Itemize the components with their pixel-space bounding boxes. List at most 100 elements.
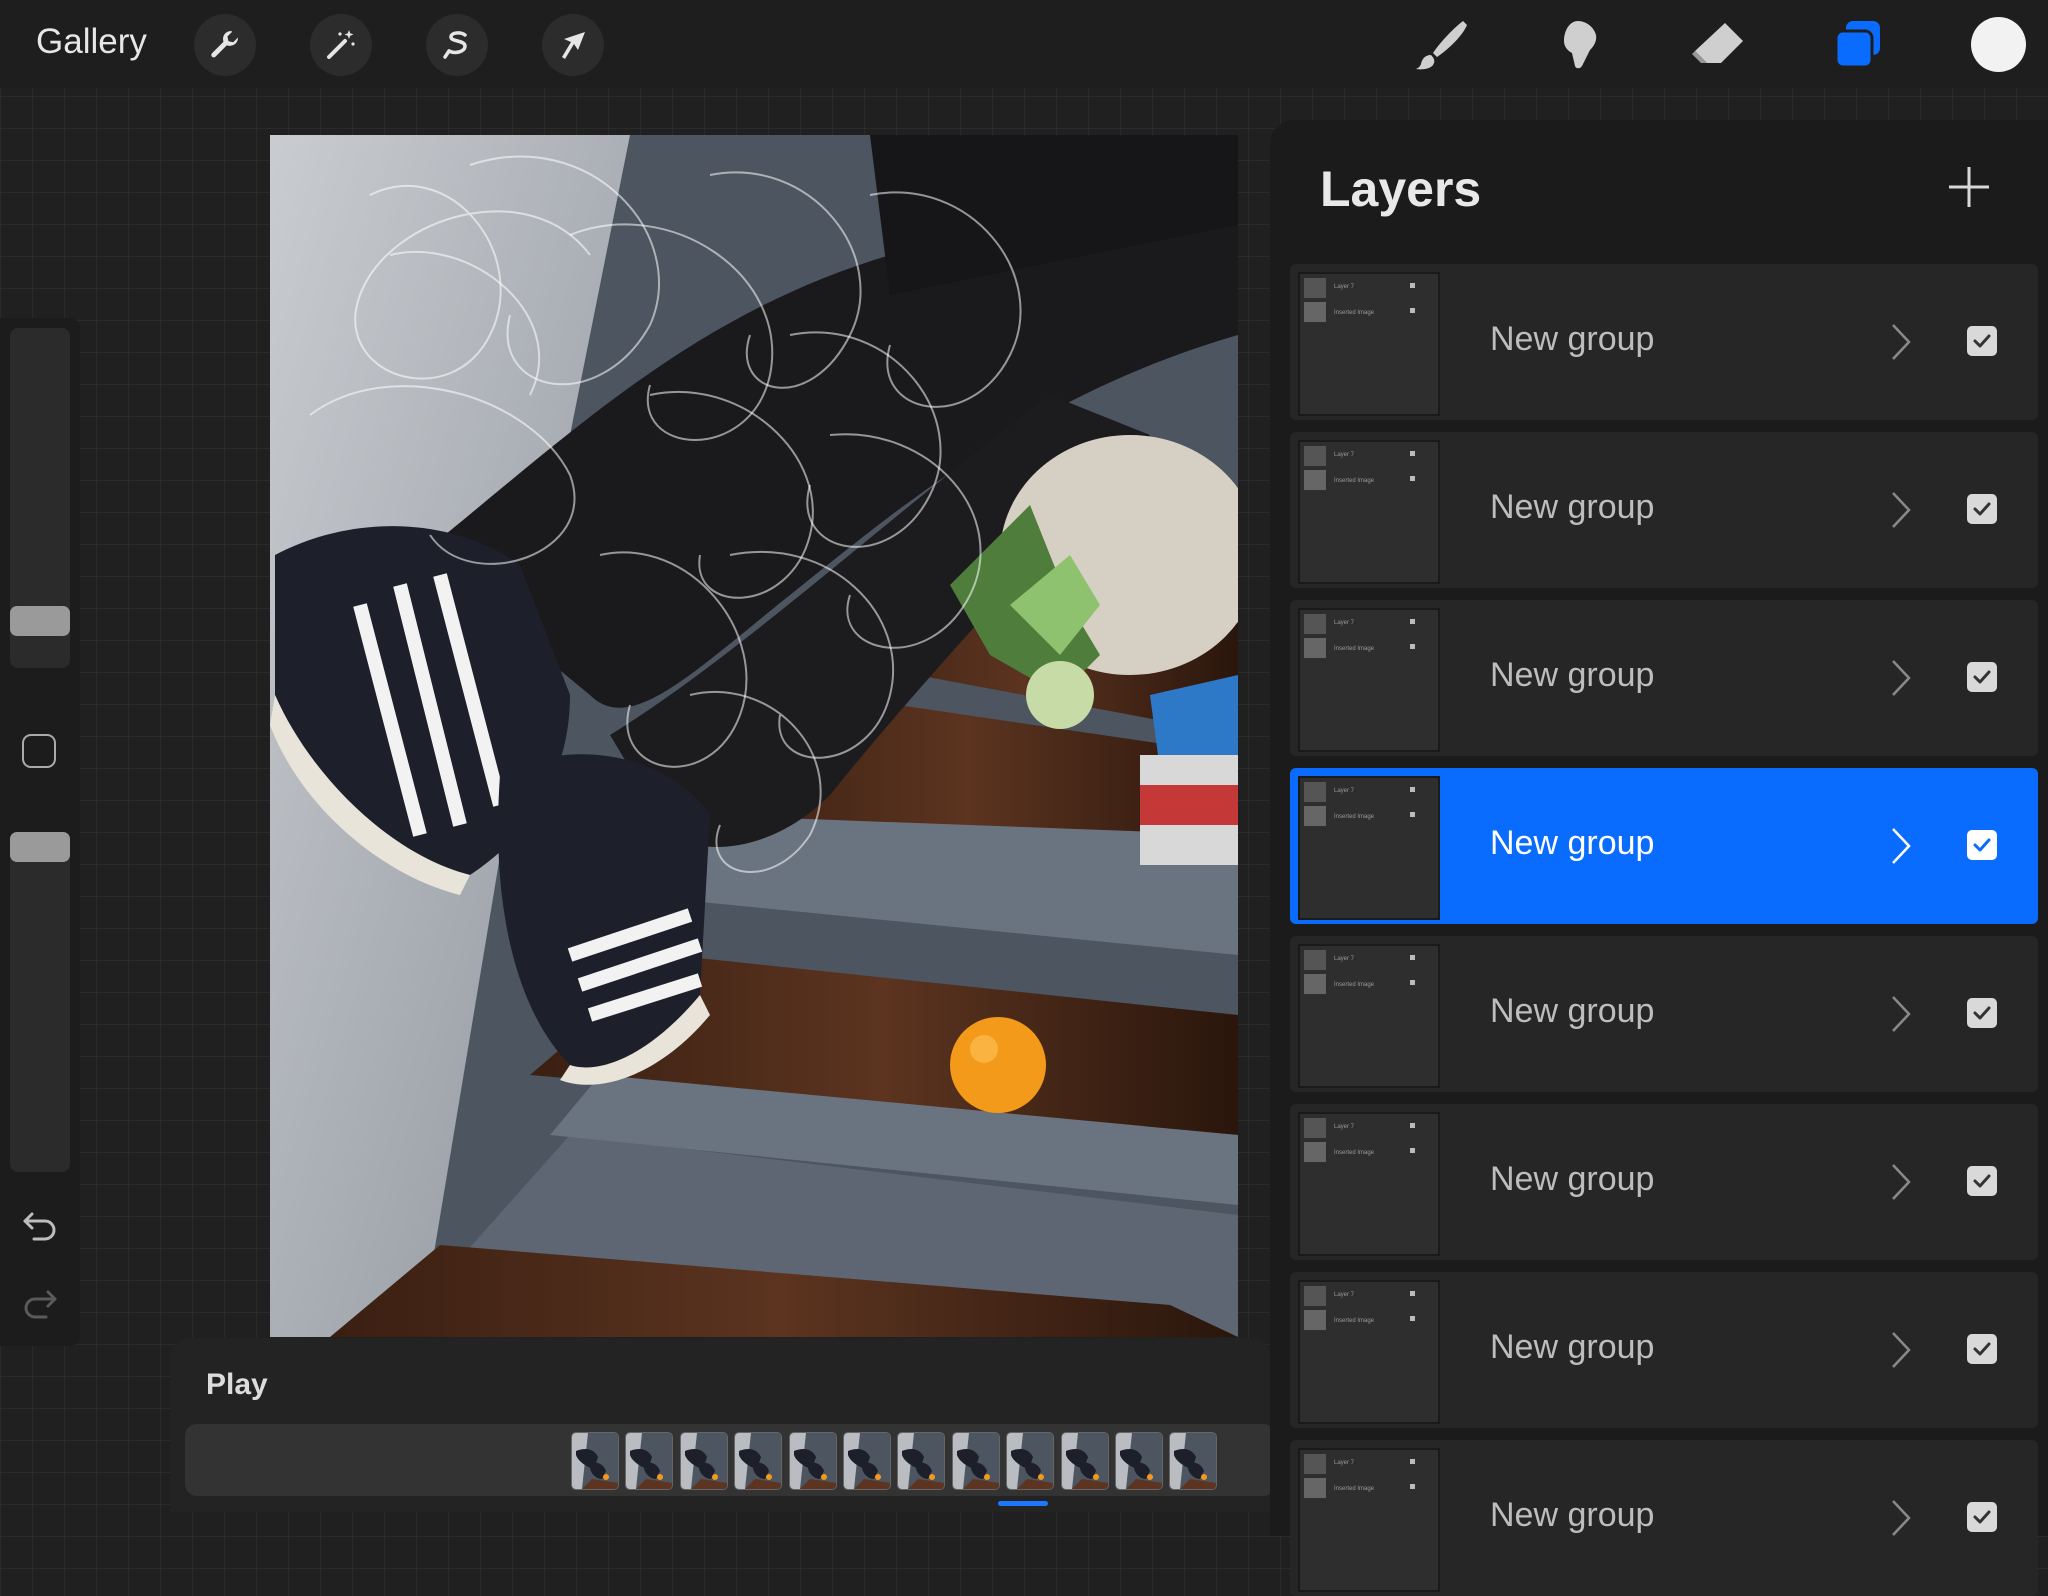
layer-visibility-checkbox[interactable] [1967,998,1997,1028]
layer-row[interactable]: Layer 7 Inserted Image New group [1290,600,2038,756]
layer-name: New group [1490,1328,1655,1366]
svg-text:Layer 7: Layer 7 [1334,1124,1355,1130]
frame-thumbnail [789,1433,836,1489]
checkmark-icon [1973,334,1991,348]
chevron-right-icon[interactable] [1890,490,1912,530]
chevron-right-icon[interactable] [1890,1162,1912,1202]
layer-thumbnail[interactable]: Layer 7 Inserted Image [1298,944,1440,1088]
brush-icon [1416,21,1467,70]
checkmark-icon [1973,1342,1991,1356]
frame-thumbnail [680,1433,727,1489]
svg-text:Inserted Image: Inserted Image [1334,982,1375,988]
animation-frame[interactable] [1115,1432,1163,1490]
layer-row[interactable]: Layer 7 Inserted Image New group [1290,1440,2038,1596]
smudge-icon [1564,21,1597,69]
layer-row[interactable]: Layer 7 Inserted Image New group [1290,264,2038,420]
layer-row[interactable]: Layer 7 Inserted Image New group [1290,1272,2038,1428]
layer-visibility-checkbox[interactable] [1967,326,1997,356]
layer-thumbnail[interactable]: Layer 7 Inserted Image [1298,440,1440,584]
top-toolbar: Gallery [0,0,2048,88]
layer-visibility-checkbox[interactable] [1967,494,1997,524]
drawing-canvas[interactable] [270,135,1238,1337]
animation-frame[interactable] [843,1432,891,1490]
layer-thumbnail-image: Layer 7 Inserted Image [1304,278,1415,322]
redo-icon[interactable] [20,1282,60,1322]
animation-frame[interactable] [1006,1432,1055,1490]
layer-visibility-checkbox[interactable] [1967,662,1997,692]
layer-thumbnail-image: Layer 7 Inserted Image [1304,782,1415,826]
left-sidebar [0,318,80,1346]
checkmark-icon [1973,502,1991,516]
selection-s-icon [443,31,467,59]
layer-name: New group [1490,824,1655,862]
frames-strip[interactable] [185,1424,1275,1496]
wrench-icon [211,30,239,58]
undo-icon[interactable] [20,1204,60,1244]
eraser-button[interactable] [1684,10,1754,80]
layer-name: New group [1490,1496,1655,1534]
animation-frame[interactable] [788,1432,837,1490]
artwork-photo [270,135,1238,1337]
animation-frame[interactable] [734,1432,783,1490]
layer-row[interactable]: Layer 7 Inserted Image New group [1290,936,2038,1092]
play-button[interactable]: Play [206,1368,268,1402]
chevron-right-icon[interactable] [1890,1330,1912,1370]
animation-frame[interactable] [679,1432,728,1490]
layer-visibility-checkbox[interactable] [1967,1166,1997,1196]
transform-button[interactable] [542,14,604,76]
layer-thumbnail-image: Layer 7 Inserted Image [1304,950,1415,994]
animation-frame[interactable] [571,1432,619,1490]
animation-frame[interactable] [1060,1432,1109,1490]
layer-thumbnail[interactable]: Layer 7 Inserted Image [1298,1280,1440,1424]
gallery-button[interactable]: Gallery [36,22,147,62]
layer-name: New group [1490,992,1655,1030]
checkmark-icon [1973,838,1991,852]
layer-thumbnail[interactable]: Layer 7 Inserted Image [1298,272,1440,416]
modify-button[interactable] [22,734,56,768]
chevron-right-icon[interactable] [1890,994,1912,1034]
svg-text:Layer 7: Layer 7 [1334,452,1355,458]
checkmark-icon [1973,1510,1991,1524]
brush-size-thumb[interactable] [10,606,70,636]
layer-visibility-checkbox[interactable] [1967,1334,1997,1364]
opacity-thumb[interactable] [10,832,70,862]
animation-frame[interactable] [897,1432,946,1490]
svg-text:Inserted Image: Inserted Image [1334,1150,1375,1156]
layer-thumbnail[interactable]: Layer 7 Inserted Image [1298,1448,1440,1592]
brush-size-slider[interactable] [10,328,70,668]
layer-thumbnail[interactable]: Layer 7 Inserted Image [1298,776,1440,920]
chevron-right-icon[interactable] [1890,1498,1912,1538]
chevron-right-icon[interactable] [1890,322,1912,362]
opacity-slider[interactable] [10,832,70,1172]
layer-thumbnail[interactable]: Layer 7 Inserted Image [1298,1112,1440,1256]
layer-visibility-checkbox[interactable] [1967,830,1997,860]
selection-button[interactable] [426,14,488,76]
svg-text:Inserted Image: Inserted Image [1334,310,1375,316]
layer-row[interactable]: Layer 7 Inserted Image New group [1290,432,2038,588]
layer-thumbnail[interactable]: Layer 7 Inserted Image [1298,608,1440,752]
adjustments-button[interactable] [310,14,372,76]
svg-text:Inserted Image: Inserted Image [1334,478,1375,484]
frame-thumbnail [898,1433,945,1489]
color-picker-button[interactable] [1971,17,2026,72]
layers-button[interactable] [1823,10,1893,80]
actions-button[interactable] [194,14,256,76]
layers-panel: Layers Layer 7 Inserted Image New group Lay… [1270,120,2048,1596]
smudge-button[interactable] [1545,10,1615,80]
svg-text:Layer 7: Layer 7 [1334,284,1355,290]
checkmark-icon [1973,670,1991,684]
brush-button[interactable] [1406,10,1476,80]
animation-frame[interactable] [625,1432,674,1490]
animation-frame[interactable] [951,1432,1000,1490]
animation-timeline: Play [170,1338,1275,1512]
chevron-right-icon[interactable] [1890,658,1912,698]
chevron-right-icon[interactable] [1890,826,1912,866]
add-layer-icon[interactable] [1946,164,1992,210]
animation-frame[interactable] [1169,1432,1218,1490]
svg-text:Layer 7: Layer 7 [1334,1292,1355,1298]
layer-row[interactable]: Layer 7 Inserted Image New group [1290,1104,2038,1260]
svg-text:Inserted Image: Inserted Image [1334,646,1375,652]
layer-row[interactable]: Layer 7 Inserted Image New group [1290,768,2038,924]
layer-name: New group [1490,320,1655,358]
layer-visibility-checkbox[interactable] [1967,1502,1997,1532]
